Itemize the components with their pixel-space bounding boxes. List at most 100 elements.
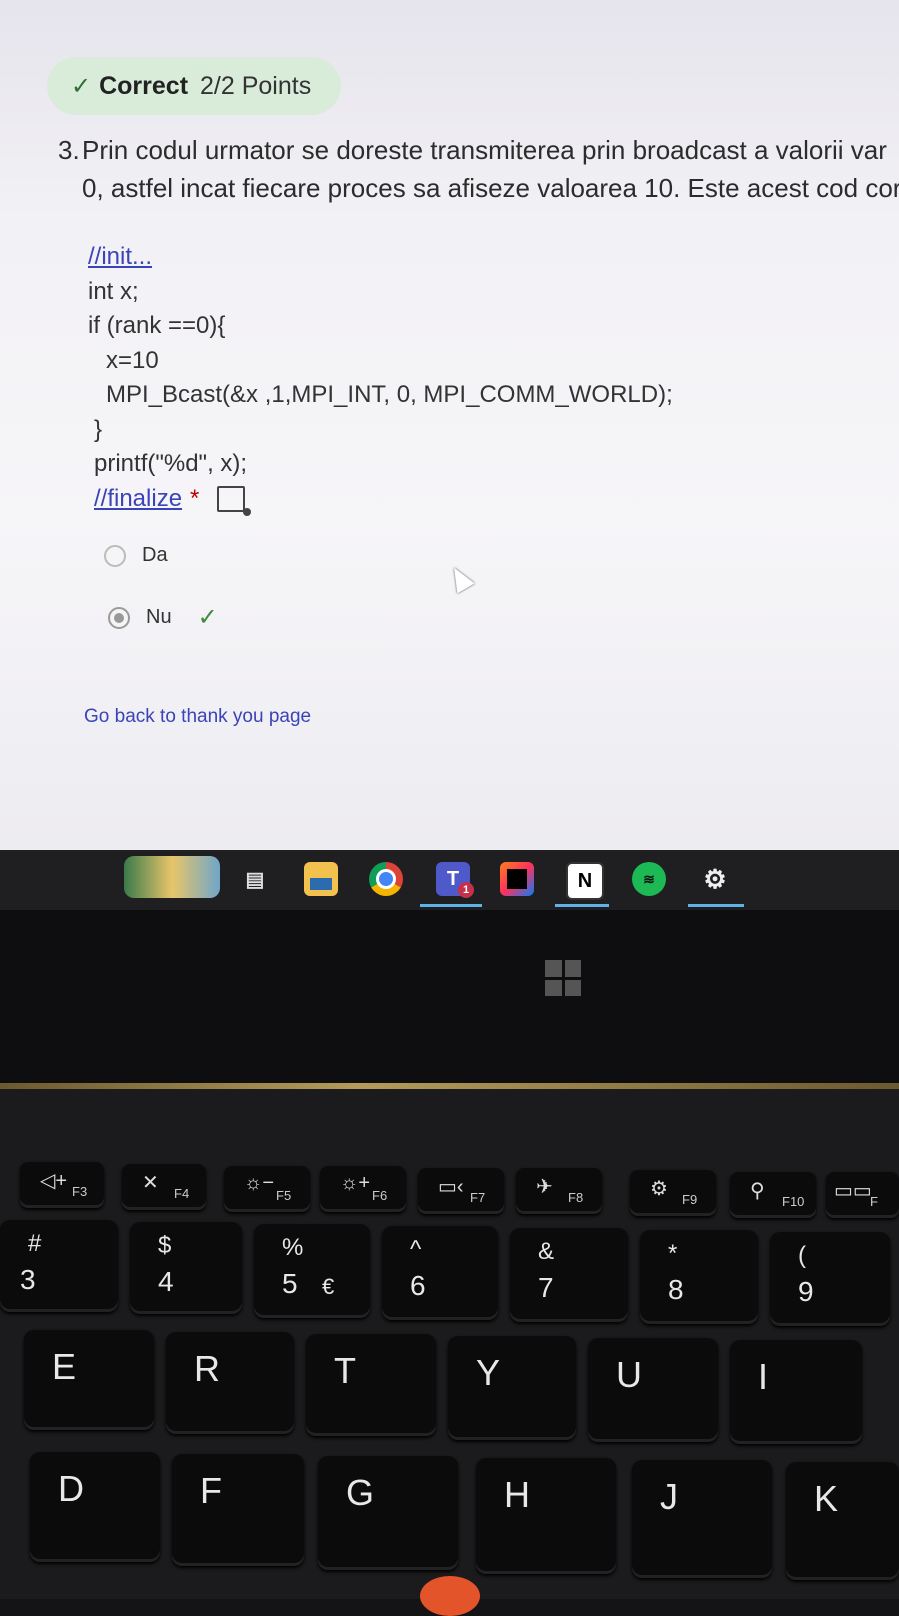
key-shift-label: ^	[410, 1236, 422, 1263]
key-f6[interactable]: ☼+ F6	[320, 1166, 406, 1212]
key-6[interactable]: ^ 6	[382, 1226, 498, 1320]
key-f10[interactable]: ⚲ F10	[730, 1172, 816, 1218]
correct-check-icon: ✓	[197, 604, 218, 631]
key-f[interactable]: F	[172, 1454, 304, 1566]
key-label: F4	[174, 1186, 190, 1201]
key-shift-label: %	[282, 1234, 304, 1261]
key-t[interactable]: T	[306, 1334, 436, 1436]
key-f8[interactable]: ✈ F8	[516, 1168, 602, 1214]
question-number: 3.	[58, 135, 80, 165]
teams-icon[interactable]: T1	[436, 862, 474, 898]
key-label: K	[814, 1478, 839, 1519]
finalize-link[interactable]: //finalize	[94, 485, 182, 512]
key-f7[interactable]: ▭‹ F7	[418, 1168, 504, 1214]
key-7[interactable]: & 7	[510, 1228, 628, 1322]
result-status: Correct	[99, 71, 189, 100]
file-explorer-icon[interactable]	[304, 862, 338, 896]
display-switch-icon: ▭‹	[438, 1176, 464, 1198]
key-f4[interactable]: ✕ F4	[122, 1164, 206, 1210]
key-h[interactable]: H	[476, 1458, 616, 1574]
settings-key-icon: ⚙	[650, 1178, 668, 1200]
key-f9[interactable]: ⚙ F9	[630, 1170, 716, 1216]
key-label: F6	[372, 1188, 388, 1203]
key-label: 8	[668, 1274, 684, 1305]
key-label: 7	[538, 1272, 554, 1303]
key-label: H	[504, 1474, 530, 1515]
trackpoint[interactable]	[420, 1576, 480, 1616]
key-label: E	[52, 1346, 77, 1387]
required-marker: *	[190, 484, 200, 512]
key-4[interactable]: $4	[130, 1222, 242, 1314]
code-line: }	[94, 415, 103, 443]
option-label: Da	[142, 544, 168, 566]
key-label: D	[58, 1468, 84, 1509]
code-block: //init... int x; if (rank ==0){ x=10 MPI…	[88, 240, 673, 517]
key-3[interactable]: #3	[0, 1220, 118, 1312]
intellij-icon[interactable]	[500, 862, 534, 896]
notion-icon[interactable]: N	[566, 862, 604, 900]
key-label: I	[758, 1356, 769, 1397]
immersive-reader-icon[interactable]	[217, 486, 252, 517]
volume-up-icon: ◁+	[40, 1170, 68, 1192]
key-label: 3	[20, 1264, 36, 1295]
key-label: T	[334, 1350, 356, 1391]
option-label: Nu	[146, 606, 172, 628]
key-d[interactable]: D	[30, 1452, 160, 1562]
laptop-bezel	[0, 910, 899, 1090]
key-label: F5	[276, 1188, 292, 1203]
question-text: 3.Prin codul urmator se doreste transmit…	[58, 131, 899, 207]
key-8[interactable]: * 8	[640, 1230, 758, 1324]
radio-nu[interactable]	[108, 606, 130, 629]
code-line: MPI_Bcast(&x ,1,MPI_INT, 0, MPI_COMM_WOR…	[106, 381, 673, 408]
key-e[interactable]: E	[24, 1330, 154, 1430]
key-f11[interactable]: ▭▭ F	[826, 1172, 899, 1218]
airplane-mode-icon: ✈	[536, 1176, 553, 1198]
teams-badge: 1	[458, 882, 474, 898]
copilot-icon[interactable]	[124, 856, 220, 898]
key-r[interactable]: R	[166, 1332, 294, 1434]
result-points: 2/2 Points	[200, 71, 312, 100]
key-5[interactable]: % 5 €	[254, 1224, 370, 1318]
key-label: J	[660, 1476, 678, 1517]
key-label: 5	[282, 1268, 298, 1299]
key-label: 9	[798, 1276, 814, 1307]
key-label: U	[616, 1354, 642, 1395]
key-label: F	[870, 1194, 878, 1209]
task-view-icon[interactable]: ▤	[238, 862, 272, 896]
back-to-thank-you-link[interactable]: Go back to thank you page	[84, 706, 311, 728]
key-label: 4	[158, 1266, 174, 1297]
key-label: G	[346, 1472, 375, 1513]
radio-da[interactable]	[104, 544, 126, 567]
key-k[interactable]: K	[786, 1462, 899, 1580]
key-u[interactable]: U	[588, 1338, 718, 1442]
key-label: F7	[470, 1190, 486, 1205]
key-j[interactable]: J	[632, 1460, 772, 1578]
key-f5[interactable]: ☼− F5	[224, 1166, 310, 1212]
chrome-icon[interactable]	[369, 862, 403, 896]
check-icon: ✓	[71, 72, 92, 100]
key-i[interactable]: I	[730, 1340, 862, 1444]
brightness-down-icon: ☼−	[244, 1172, 275, 1194]
key-f3[interactable]: ◁+ F3	[20, 1162, 104, 1208]
question-line-1: Prin codul urmator se doreste transmiter…	[82, 135, 887, 165]
key-y[interactable]: Y	[448, 1336, 576, 1440]
settings-icon[interactable]: ⚙	[698, 862, 732, 896]
search-key-icon: ⚲	[750, 1180, 765, 1202]
init-link[interactable]: //init...	[88, 243, 152, 270]
score-badge: ✓ Correct 2/2 Points	[47, 57, 341, 115]
key-9[interactable]: (9	[770, 1232, 890, 1326]
key-label: F10	[782, 1194, 805, 1209]
app-switch-icon: ▭▭	[834, 1180, 872, 1202]
key-alt-label: €	[322, 1274, 335, 1299]
key-g[interactable]: G	[318, 1456, 458, 1570]
code-line: x=10	[106, 346, 159, 374]
screen: ✓ Correct 2/2 Points 3.Prin codul urmato…	[0, 0, 899, 875]
spotify-icon[interactable]: ≋	[632, 862, 666, 896]
question-line-2: 0, astfel incat fiecare proces sa afisez…	[82, 173, 899, 203]
option-da[interactable]: Da	[104, 544, 168, 567]
key-shift-label: #	[28, 1230, 42, 1257]
key-label: F	[200, 1470, 222, 1511]
brightness-up-icon: ☼+	[340, 1172, 371, 1194]
option-nu[interactable]: Nu ✓	[108, 603, 218, 632]
active-indicator	[555, 904, 609, 907]
